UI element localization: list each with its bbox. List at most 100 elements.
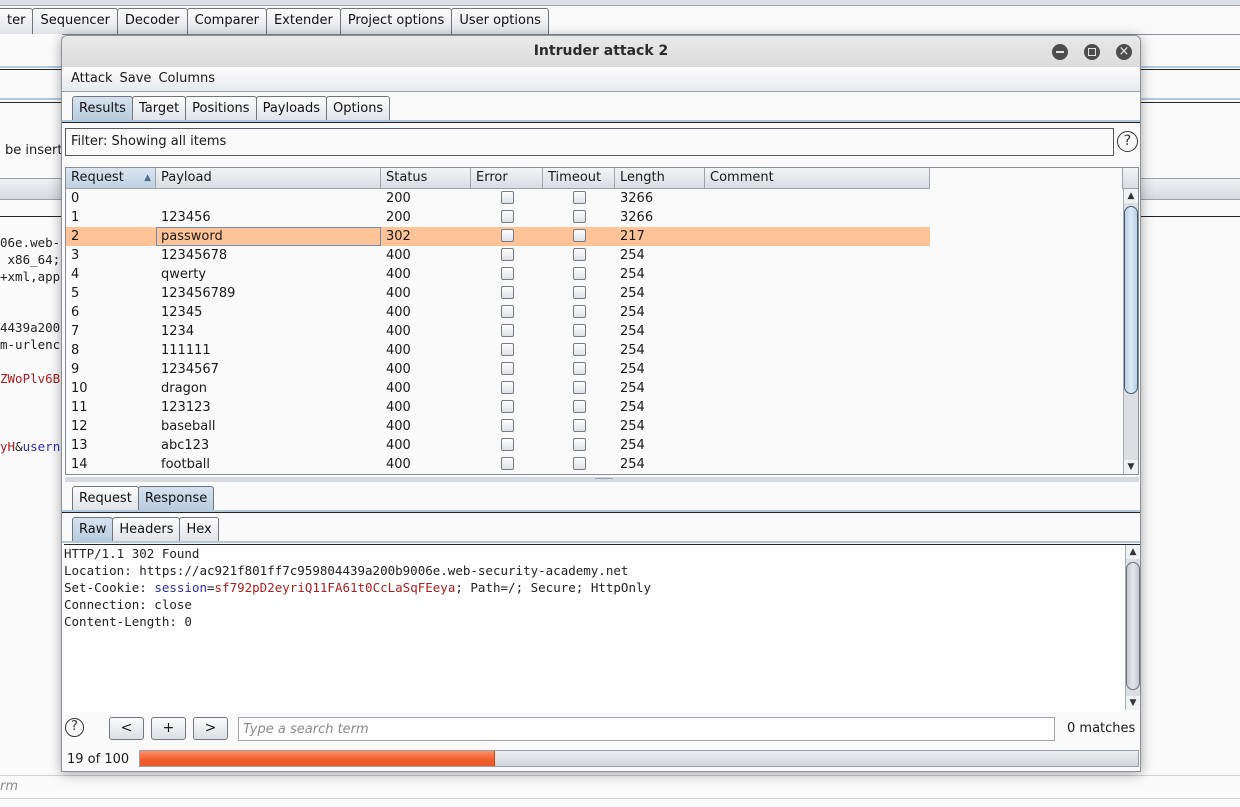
tab-response[interactable]: Response	[137, 486, 215, 511]
table-row[interactable]: 11 123123 400 254	[66, 398, 930, 417]
error-checkbox[interactable]	[500, 191, 514, 204]
error-checkbox[interactable]	[500, 305, 514, 318]
close-icon[interactable]	[1116, 36, 1132, 67]
error-checkbox[interactable]	[500, 343, 514, 356]
menu-save[interactable]: Save	[120, 67, 152, 91]
dialog-titlebar[interactable]: Intruder attack 2	[62, 36, 1140, 67]
table-row[interactable]: 2 password 302 217	[66, 227, 930, 246]
tab-user-options[interactable]: User options	[451, 8, 549, 34]
tab-comparer[interactable]: Comparer	[186, 8, 267, 34]
tab-positions[interactable]: Positions	[185, 96, 257, 121]
timeout-checkbox[interactable]	[572, 305, 586, 318]
table-row[interactable]: 0 200 3266	[66, 189, 930, 208]
table-row[interactable]: 13 abc123 400 254	[66, 436, 930, 455]
response-viewer[interactable]: HTTP/1.1 302 Found Location: https://ac9…	[64, 544, 1140, 712]
table-row[interactable]: 10 dragon 400 254	[66, 379, 930, 398]
cell-status: 200	[386, 191, 411, 206]
filter-bar[interactable]: Filter: Showing all items	[65, 128, 1114, 156]
error-checkbox[interactable]	[500, 457, 514, 470]
timeout-checkbox[interactable]	[572, 324, 586, 337]
tab-options[interactable]: Options	[326, 96, 391, 121]
table-row[interactable]: 6 12345 400 254	[66, 303, 930, 322]
timeout-checkbox[interactable]	[572, 210, 586, 223]
error-checkbox[interactable]	[500, 267, 514, 280]
error-checkbox[interactable]	[500, 210, 514, 223]
background-search-bar[interactable]: rm	[0, 775, 1240, 799]
timeout-checkbox[interactable]	[572, 438, 586, 451]
timeout-checkbox[interactable]	[572, 191, 586, 204]
tab-results[interactable]: Results	[72, 96, 133, 121]
column-header-status[interactable]: Status	[381, 168, 471, 189]
help-icon[interactable]: ?	[65, 718, 84, 737]
column-header-timeout[interactable]: Timeout	[543, 168, 615, 189]
help-icon[interactable]: ?	[1117, 131, 1138, 152]
background-code-line: x86_64;	[0, 252, 61, 267]
next-match-button[interactable]: >	[193, 717, 228, 740]
tab-raw[interactable]: Raw	[72, 517, 114, 542]
error-checkbox[interactable]	[500, 248, 514, 261]
scroll-down-icon[interactable]: ▼	[1124, 460, 1138, 474]
error-checkbox[interactable]	[500, 419, 514, 432]
menu-attack[interactable]: Attack	[71, 67, 113, 91]
splitter-grip[interactable]	[595, 478, 613, 481]
column-header-length[interactable]: Length	[615, 168, 705, 189]
timeout-checkbox[interactable]	[572, 248, 586, 261]
tab-decoder[interactable]: Decoder	[116, 8, 188, 34]
maximize-icon[interactable]	[1084, 44, 1100, 60]
tab-payloads[interactable]: Payloads	[255, 96, 328, 121]
timeout-checkbox[interactable]	[572, 381, 586, 394]
column-header-payload[interactable]: Payload	[156, 168, 381, 189]
timeout-checkbox[interactable]	[572, 362, 586, 375]
menu-columns[interactable]: Columns	[158, 67, 215, 91]
response-scrollbar[interactable]: ▲ ▼	[1125, 545, 1140, 710]
column-header-request[interactable]: Request ▲	[66, 168, 156, 189]
cell-timeout	[543, 303, 615, 322]
tab-extender[interactable]: Extender	[265, 8, 341, 34]
add-search-button[interactable]: +	[151, 717, 186, 740]
tab-project-options[interactable]: Project options	[339, 8, 453, 34]
table-row[interactable]: 8 111111 400 254	[66, 341, 930, 360]
error-checkbox[interactable]	[500, 229, 514, 242]
timeout-checkbox[interactable]	[572, 457, 586, 470]
table-row[interactable]: 5 123456789 400 254	[66, 284, 930, 303]
error-checkbox[interactable]	[500, 362, 514, 375]
tab-target[interactable]: Target	[131, 96, 187, 121]
timeout-checkbox[interactable]	[572, 286, 586, 299]
table-row[interactable]: 4 qwerty 400 254	[66, 265, 930, 284]
tab-intruder-partial[interactable]: ter	[0, 8, 34, 34]
tab-request[interactable]: Request	[72, 486, 139, 511]
error-checkbox[interactable]	[500, 400, 514, 413]
results-scrollbar[interactable]: ▲ ▼	[1123, 189, 1138, 474]
tab-hex[interactable]: Hex	[179, 517, 219, 542]
pane-splitter[interactable]	[65, 477, 1139, 482]
table-row[interactable]: 1 123456 200 3266	[66, 208, 930, 227]
minimize-icon[interactable]	[1052, 44, 1068, 60]
scroll-up-icon[interactable]: ▲	[1126, 545, 1140, 559]
timeout-checkbox[interactable]	[572, 229, 586, 242]
table-row[interactable]: 12 baseball 400 254	[66, 417, 930, 436]
column-header-error[interactable]: Error	[471, 168, 543, 189]
error-checkbox[interactable]	[500, 324, 514, 337]
timeout-checkbox[interactable]	[572, 267, 586, 280]
tab-headers[interactable]: Headers	[112, 517, 181, 542]
timeout-checkbox[interactable]	[572, 343, 586, 356]
table-row[interactable]: 9 1234567 400 254	[66, 360, 930, 379]
search-input[interactable]	[238, 717, 1055, 741]
previous-match-button[interactable]: <	[109, 717, 144, 740]
timeout-checkbox[interactable]	[572, 400, 586, 413]
scroll-up-icon[interactable]: ▲	[1124, 189, 1138, 203]
table-row[interactable]: 14 football 400 254	[66, 455, 930, 474]
tab-sequencer[interactable]: Sequencer	[32, 8, 118, 34]
scroll-down-icon[interactable]: ▼	[1126, 696, 1140, 710]
cell-payload: 1234567	[161, 362, 219, 377]
error-checkbox[interactable]	[500, 381, 514, 394]
column-header-comment[interactable]: Comment	[705, 168, 930, 189]
error-checkbox[interactable]	[500, 286, 514, 299]
cell-comment	[705, 265, 930, 284]
table-row[interactable]: 3 12345678 400 254	[66, 246, 930, 265]
scroll-thumb[interactable]	[1126, 562, 1140, 690]
table-row[interactable]: 7 1234 400 254	[66, 322, 930, 341]
error-checkbox[interactable]	[500, 438, 514, 451]
scroll-thumb[interactable]	[1124, 206, 1138, 394]
timeout-checkbox[interactable]	[572, 419, 586, 432]
